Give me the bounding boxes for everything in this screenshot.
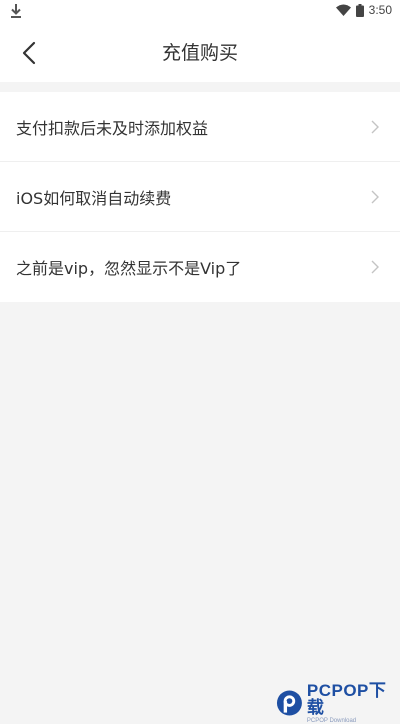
chevron-right-icon <box>368 120 382 134</box>
wifi-icon <box>335 4 351 16</box>
section-divider <box>0 82 400 92</box>
faq-item-label: 之前是vip，忽然显示不是Vip了 <box>16 259 242 278</box>
faq-item-label: 支付扣款后未及时添加权益 <box>16 118 209 138</box>
faq-item-ios-cancel[interactable]: iOS如何取消自动续费 <box>0 162 400 232</box>
header: 充值购买 <box>0 24 400 82</box>
battery-icon <box>355 3 364 17</box>
chevron-right-icon <box>368 190 382 204</box>
faq-item-label: iOS如何取消自动续费 <box>16 188 172 208</box>
pcpop-logo-icon <box>276 690 302 716</box>
status-time: 3:50 <box>368 3 392 17</box>
download-icon <box>11 4 21 18</box>
chevron-right-icon <box>368 260 382 274</box>
faq-item-vip-lost[interactable]: 之前是vip，忽然显示不是Vip了 <box>0 232 400 302</box>
faq-list: 支付扣款后未及时添加权益 iOS如何取消自动续费 之前是vip，忽然显示不是Vi… <box>0 92 400 302</box>
watermark: PCPOP下载 PCPOP Download <box>276 682 400 724</box>
status-bar: 3:50 <box>0 0 400 24</box>
page-title: 充值购买 <box>161 42 238 64</box>
watermark-sub: PCPOP Download <box>306 718 357 724</box>
faq-item-refund-delay[interactable]: 支付扣款后未及时添加权益 <box>0 92 400 162</box>
watermark-brand: PCPOP下载 <box>306 681 387 717</box>
